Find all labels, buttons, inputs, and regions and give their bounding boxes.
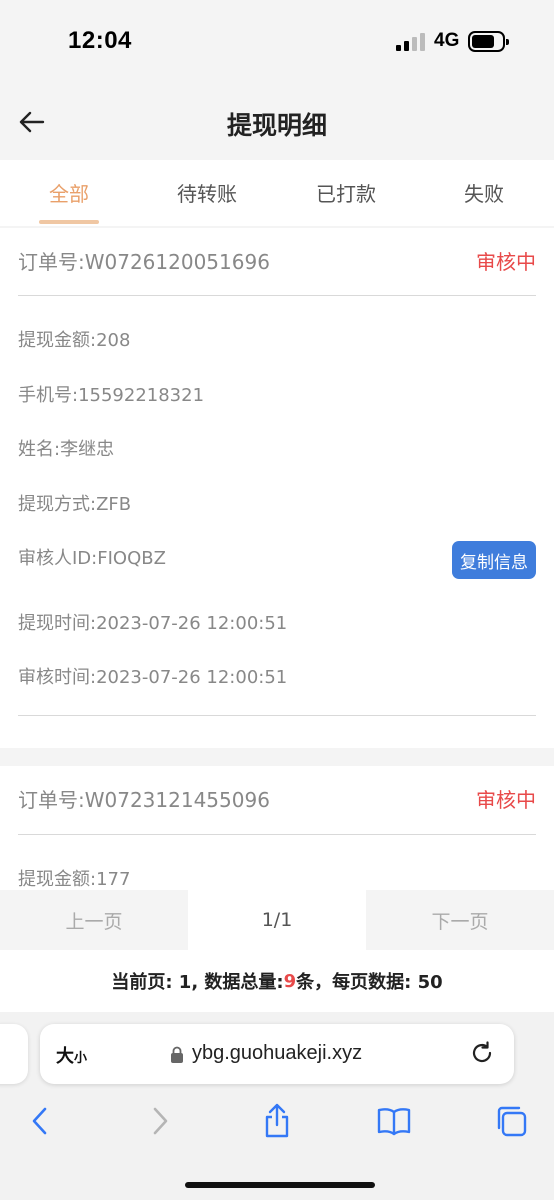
browser-back-button[interactable] bbox=[22, 1103, 58, 1139]
order-number: 订单号:W0723121455096 bbox=[18, 788, 270, 812]
account-name: 姓名:李继忠 bbox=[18, 439, 115, 460]
tabs-button[interactable] bbox=[493, 1103, 529, 1139]
tabs-icon bbox=[497, 1106, 527, 1137]
tab-failed[interactable]: 失败 bbox=[434, 178, 534, 207]
pagination: 上一页 1/1 下一页 bbox=[0, 890, 554, 950]
nav-bar: 提现明细 bbox=[0, 84, 554, 160]
bookmarks-button[interactable] bbox=[376, 1103, 412, 1139]
status-time: 12:04 bbox=[68, 27, 132, 54]
address-bar[interactable]: 大小 ybg.guohuakeji.xyz bbox=[40, 1024, 514, 1084]
status-bar: 12:04 4G bbox=[0, 0, 554, 84]
order-header: 订单号:W0726120051696 审核中 bbox=[18, 246, 536, 282]
review-time: 审核时间:2023-07-26 12:00:51 bbox=[18, 667, 288, 688]
status-badge: 审核中 bbox=[476, 788, 536, 812]
reload-icon[interactable] bbox=[468, 1039, 496, 1067]
active-tab-indicator bbox=[39, 220, 99, 224]
next-page-button[interactable]: 下一页 bbox=[366, 890, 554, 950]
tab-pending-transfer[interactable]: 待转账 bbox=[157, 178, 257, 207]
network-type: 4G bbox=[434, 30, 460, 51]
share-icon bbox=[265, 1103, 289, 1138]
order-card: 订单号:W0723121455096 审核中 提现金额:177 bbox=[0, 766, 554, 890]
divider bbox=[18, 295, 536, 296]
withdraw-amount: 提现金额:208 bbox=[18, 330, 131, 351]
battery-icon bbox=[468, 31, 509, 52]
phone-number: 手机号:15592218321 bbox=[18, 385, 205, 406]
copy-info-button[interactable]: 复制信息 bbox=[452, 541, 536, 579]
tab-all[interactable]: 全部 bbox=[19, 178, 119, 207]
status-badge: 审核中 bbox=[476, 250, 536, 274]
book-icon bbox=[377, 1108, 411, 1136]
order-header: 订单号:W0723121455096 审核中 bbox=[18, 784, 536, 820]
chevron-right-icon bbox=[153, 1107, 168, 1135]
total-count: 9 bbox=[283, 970, 297, 992]
url-text: ybg.guohuakeji.xyz bbox=[192, 1042, 363, 1064]
text-size-small: 小 bbox=[74, 1051, 88, 1066]
home-indicator bbox=[185, 1182, 375, 1188]
divider bbox=[18, 834, 536, 835]
summary-suffix: 条，每页数据: 50 bbox=[296, 972, 443, 993]
withdraw-time: 提现时间:2023-07-26 12:00:51 bbox=[18, 613, 288, 634]
browser-forward-button[interactable] bbox=[142, 1103, 178, 1139]
data-summary: 当前页: 1, 数据总量: 9 条，每页数据: 50 bbox=[0, 950, 554, 1012]
page-indicator: 1/1 bbox=[188, 890, 366, 950]
text-size-large: 大 bbox=[56, 1046, 74, 1067]
divider bbox=[18, 715, 536, 716]
status-tabs: 全部 待转账 已打款 失败 bbox=[0, 160, 554, 226]
previous-tab-preview[interactable] bbox=[0, 1024, 28, 1084]
page-title: 提现明细 bbox=[226, 111, 327, 140]
order-card: 订单号:W0726120051696 审核中 提现金额:208 手机号:1559… bbox=[0, 228, 554, 748]
text-size-button[interactable]: 大小 bbox=[56, 1042, 87, 1068]
reviewer-id: 审核人ID:FIOQBZ bbox=[18, 548, 166, 569]
order-number: 订单号:W0726120051696 bbox=[18, 250, 270, 274]
browser-toolbar bbox=[0, 1085, 554, 1155]
withdraw-method: 提现方式:ZFB bbox=[18, 494, 132, 515]
signal-icon bbox=[396, 33, 426, 51]
share-button[interactable] bbox=[259, 1103, 295, 1139]
tab-paid[interactable]: 已打款 bbox=[296, 178, 396, 207]
summary-prefix: 当前页: 1, 数据总量: bbox=[111, 972, 284, 993]
prev-page-button[interactable]: 上一页 bbox=[0, 890, 188, 950]
lock-icon bbox=[171, 1046, 183, 1063]
chevron-left-icon bbox=[32, 1107, 47, 1135]
withdraw-amount: 提现金额:177 bbox=[18, 869, 131, 890]
